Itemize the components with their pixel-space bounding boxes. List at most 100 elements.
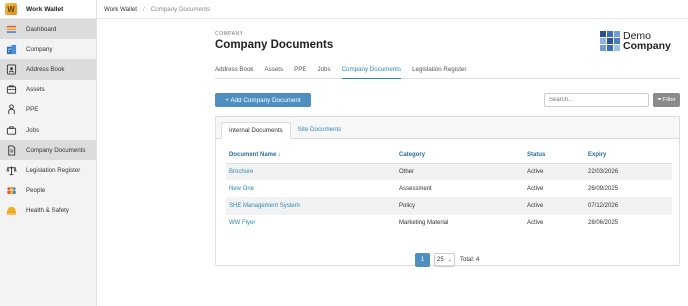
logo-square [614, 38, 620, 44]
sidebar-item-people[interactable]: People [0, 181, 96, 201]
sidebar-item-label: Health & Safety [26, 207, 69, 215]
document-name-link[interactable]: SHE Management System [226, 197, 396, 215]
table-row[interactable]: New One Assessment Active 26/09/2025 [226, 180, 672, 197]
document-category: Other [396, 163, 524, 181]
sidebar-item-assets[interactable]: Assets [0, 80, 96, 100]
logo-square [600, 38, 606, 44]
total-count: Total: 4 [460, 257, 480, 263]
logo-square [600, 31, 606, 37]
column-header-document-name[interactable]: Document Name ↓ [226, 147, 396, 164]
documents-panel: Document Name ↓ Category Status Expiry B… [216, 139, 679, 267]
document-category: Policy [396, 197, 524, 215]
sidebar-item-label: PPE [26, 106, 39, 114]
logo-square [607, 31, 613, 37]
breadcrumb: Work Wallet / Company Documents [97, 0, 688, 19]
ppe-icon [6, 104, 17, 115]
search-input[interactable] [544, 93, 649, 107]
tab-address-book[interactable]: Address Book [215, 62, 254, 78]
company-logo: Demo Company [600, 31, 671, 51]
add-company-document-button[interactable]: + Add Company Document [215, 93, 311, 107]
sidebar-item-label: Assets [26, 86, 45, 94]
sidebar-item-label: People [26, 187, 46, 195]
breadcrumb-root[interactable]: Work Wallet [104, 6, 137, 13]
sidebar-item-jobs[interactable]: Jobs [0, 120, 96, 140]
documents-card: Internal Documents Site Documents Docume… [215, 116, 680, 267]
column-header-status[interactable]: Status [524, 147, 585, 164]
document-name-link[interactable]: WW Flyer [226, 215, 396, 232]
breadcrumb-separator: / [143, 5, 145, 13]
sidebar-item-company[interactable]: Company [0, 39, 96, 59]
sidebar-item-label: Address Book [26, 65, 65, 73]
tab-company-documents[interactable]: Company Documents [341, 62, 401, 79]
brand-name: Work Wallet [26, 5, 64, 13]
document-expiry: 07/12/2026 [585, 197, 672, 215]
section-label: COMPANY [215, 31, 244, 37]
logo-square [600, 45, 606, 51]
document-status: Active [527, 220, 544, 227]
company-tabs: Address Book Assets PPE Jobs Company Doc… [215, 62, 680, 79]
logo-square [614, 31, 620, 37]
tab-jobs[interactable]: Jobs [318, 62, 331, 78]
tab-internal-documents[interactable]: Internal Documents [221, 122, 291, 139]
table-row[interactable]: Brochure Other Active 22/03/2026 [226, 163, 672, 181]
tab-ppe[interactable]: PPE [294, 62, 306, 78]
sidebar-item-address-book[interactable]: Address Book [0, 59, 96, 80]
column-header-expiry[interactable]: Expiry [585, 147, 672, 164]
sidebar-item-ppe[interactable]: PPE [0, 100, 96, 120]
page-button[interactable]: 1 [415, 253, 430, 267]
document-name-link[interactable]: Brochure [226, 163, 396, 181]
logo-square [607, 38, 613, 44]
filter-icon: ⏷ [657, 96, 662, 103]
sidebar-item-company-documents[interactable]: Company Documents [0, 140, 96, 161]
table-row[interactable]: WW Flyer Marketing Material Active 28/06… [226, 215, 672, 232]
jobs-icon [6, 125, 17, 136]
work-wallet-logo-icon: W [5, 3, 17, 15]
chevron-down-icon: ⌄ [447, 257, 452, 263]
page-size-value: 25 [437, 257, 444, 263]
document-status: Active [527, 185, 544, 192]
document-name-link[interactable]: New One [226, 180, 396, 197]
company-logo-line2: Company [623, 40, 671, 52]
sidebar-nav: Dashboard Company Address Book Assets PP… [0, 19, 96, 221]
documents-table: Document Name ↓ Category Status Expiry B… [226, 147, 672, 232]
document-tabs: Internal Documents Site Documents [216, 117, 679, 139]
logo-square [614, 45, 620, 51]
sidebar-item-label: Company Documents [26, 146, 86, 154]
sidebar: W Work Wallet Dashboard Company Address … [0, 0, 97, 306]
document-expiry: 28/06/2025 [588, 220, 619, 227]
documents-icon [6, 145, 17, 156]
document-status: Active [524, 163, 585, 181]
sidebar-item-health-safety[interactable]: Health & Safety [0, 201, 96, 221]
dashboard-icon [6, 24, 17, 35]
document-expiry: 22/03/2026 [585, 163, 672, 181]
sidebar-item-label: Legislation Register [26, 166, 81, 174]
document-category: Assessment [399, 185, 432, 192]
document-expiry: 26/09/2025 [588, 185, 619, 192]
filter-label: Filter [662, 97, 676, 103]
column-header-category[interactable]: Category [396, 147, 524, 164]
tab-legislation-register[interactable]: Legislation Register [412, 62, 466, 78]
assets-icon [6, 84, 17, 95]
sidebar-item-label: Dashboard [26, 25, 57, 33]
filter-button[interactable]: ⏷ Filter [653, 93, 680, 107]
breadcrumb-current: Company Documents [150, 5, 211, 13]
people-icon [6, 185, 17, 196]
company-icon [6, 44, 17, 55]
table-row[interactable]: SHE Management System Policy Active 07/1… [226, 197, 672, 215]
document-status: Active [524, 197, 585, 215]
tab-site-documents[interactable]: Site Documents [291, 121, 349, 138]
brand[interactable]: W Work Wallet [0, 0, 96, 19]
sidebar-item-label: Company [26, 45, 53, 53]
pagination: 1 25 ⌄ Total: 4 [415, 253, 479, 267]
tab-assets[interactable]: Assets [265, 62, 284, 78]
sidebar-item-dashboard[interactable]: Dashboard [0, 19, 96, 40]
page-title: Company Documents [215, 39, 334, 51]
page-size-select[interactable]: 25 ⌄ [434, 253, 455, 267]
sidebar-item-label: Jobs [26, 126, 40, 134]
sidebar-item-legislation-register[interactable]: Legislation Register [0, 160, 96, 180]
logo-square [607, 45, 613, 51]
address-book-icon [6, 64, 17, 75]
health-safety-icon [6, 205, 17, 216]
table-header-row: Document Name ↓ Category Status Expiry [226, 147, 672, 164]
company-logo-grid-icon [600, 31, 620, 51]
